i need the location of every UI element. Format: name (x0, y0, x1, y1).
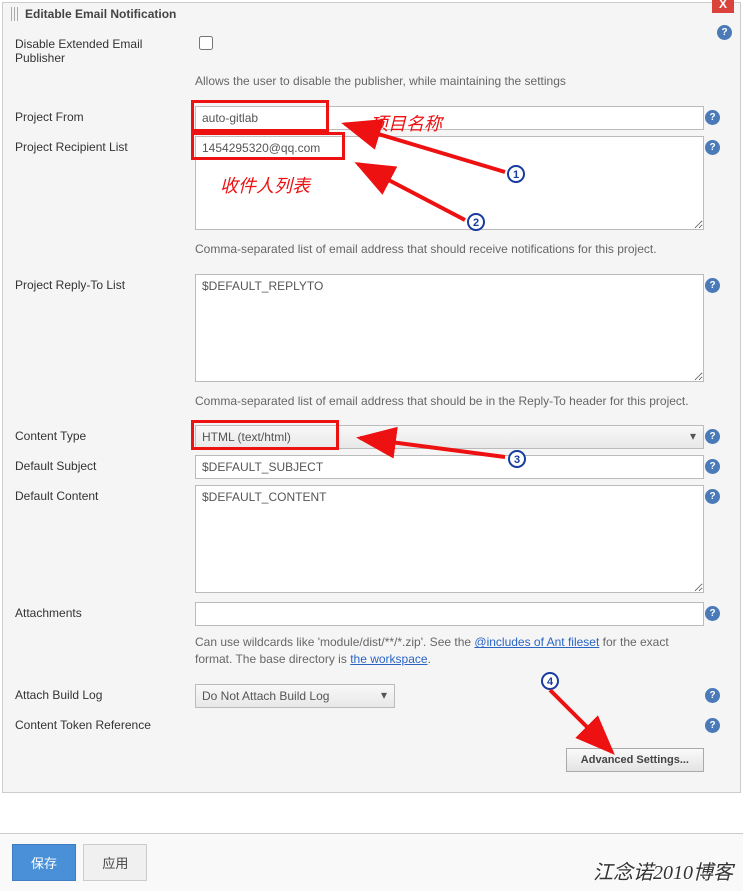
hint-reply-to: Comma-separated list of email address th… (195, 393, 704, 410)
project-from-input[interactable] (195, 106, 704, 130)
label-default-subject: Default Subject (15, 455, 195, 473)
label-content-type: Content Type (15, 425, 195, 443)
form-body: Disable Extended Email Publisher Allows … (3, 25, 740, 792)
panel-header: Editable Email Notification ? (3, 3, 740, 25)
default-subject-input[interactable] (195, 455, 704, 479)
apply-button[interactable]: 应用 (83, 844, 147, 881)
row-default-subject: Default Subject ? (15, 455, 728, 479)
disable-publisher-checkbox[interactable] (199, 36, 213, 50)
row-content-token-ref: Content Token Reference ? (15, 714, 728, 732)
annotation-badge-2: 2 (467, 213, 485, 231)
row-content-type: Content Type HTML (text/html) ? (15, 425, 728, 449)
row-recipient-list: Project Recipient List 1454295320@qq.com… (15, 136, 728, 233)
annotation-badge-3: 3 (508, 450, 526, 468)
hint-recipient-list: Comma-separated list of email address th… (195, 241, 704, 258)
label-default-content: Default Content (15, 485, 195, 503)
advanced-settings-button[interactable]: Advanced Settings... (566, 748, 704, 772)
help-icon[interactable]: ? (705, 459, 720, 474)
reply-to-textarea[interactable]: $DEFAULT_REPLYTO (195, 274, 704, 382)
label-project-from: Project From (15, 106, 195, 124)
label-disable-publisher: Disable Extended Email Publisher (15, 33, 195, 65)
hint-disable-publisher: Allows the user to disable the publisher… (195, 73, 704, 90)
help-icon[interactable]: ? (705, 489, 720, 504)
panel-title: Editable Email Notification (25, 7, 176, 21)
content-type-select[interactable]: HTML (text/html) (195, 425, 704, 449)
drag-handle-icon[interactable] (11, 7, 19, 21)
annotation-project-name: 项目名称 (370, 110, 442, 136)
help-icon[interactable]: ? (705, 606, 720, 621)
workspace-link[interactable]: the workspace (350, 652, 427, 666)
help-icon[interactable]: ? (705, 278, 720, 293)
row-attach-build-log: Attach Build Log Do Not Attach Build Log… (15, 684, 728, 708)
row-reply-to: Project Reply-To List $DEFAULT_REPLYTO ? (15, 274, 728, 385)
hint-attachments: Can use wildcards like 'module/dist/**/*… (195, 634, 704, 668)
attachments-input[interactable] (195, 602, 704, 626)
help-icon[interactable]: ? (705, 688, 720, 703)
label-attach-build-log: Attach Build Log (15, 684, 195, 702)
attach-build-log-select[interactable]: Do Not Attach Build Log (195, 684, 395, 708)
annotation-badge-1: 1 (507, 165, 525, 183)
label-recipient-list: Project Recipient List (15, 136, 195, 154)
row-default-content: Default Content $DEFAULT_CONTENT ? (15, 485, 728, 596)
ant-fileset-link[interactable]: @includes of Ant fileset (474, 635, 599, 649)
default-content-textarea[interactable]: $DEFAULT_CONTENT (195, 485, 704, 593)
save-button[interactable]: 保存 (12, 844, 76, 881)
label-content-token-ref: Content Token Reference (15, 714, 195, 732)
watermark: 江念诺2010博客 (593, 856, 733, 885)
annotation-recipient-list: 收件人列表 (220, 172, 310, 198)
row-disable-publisher: Disable Extended Email Publisher (15, 33, 728, 65)
label-attachments: Attachments (15, 602, 195, 620)
annotation-badge-4: 4 (541, 672, 559, 690)
label-reply-to: Project Reply-To List (15, 274, 195, 292)
help-icon[interactable]: ? (705, 429, 720, 444)
row-attachments: Attachments ? (15, 602, 728, 626)
help-icon[interactable]: ? (705, 110, 720, 125)
help-icon[interactable]: ? (705, 718, 720, 733)
help-icon[interactable]: ? (705, 140, 720, 155)
